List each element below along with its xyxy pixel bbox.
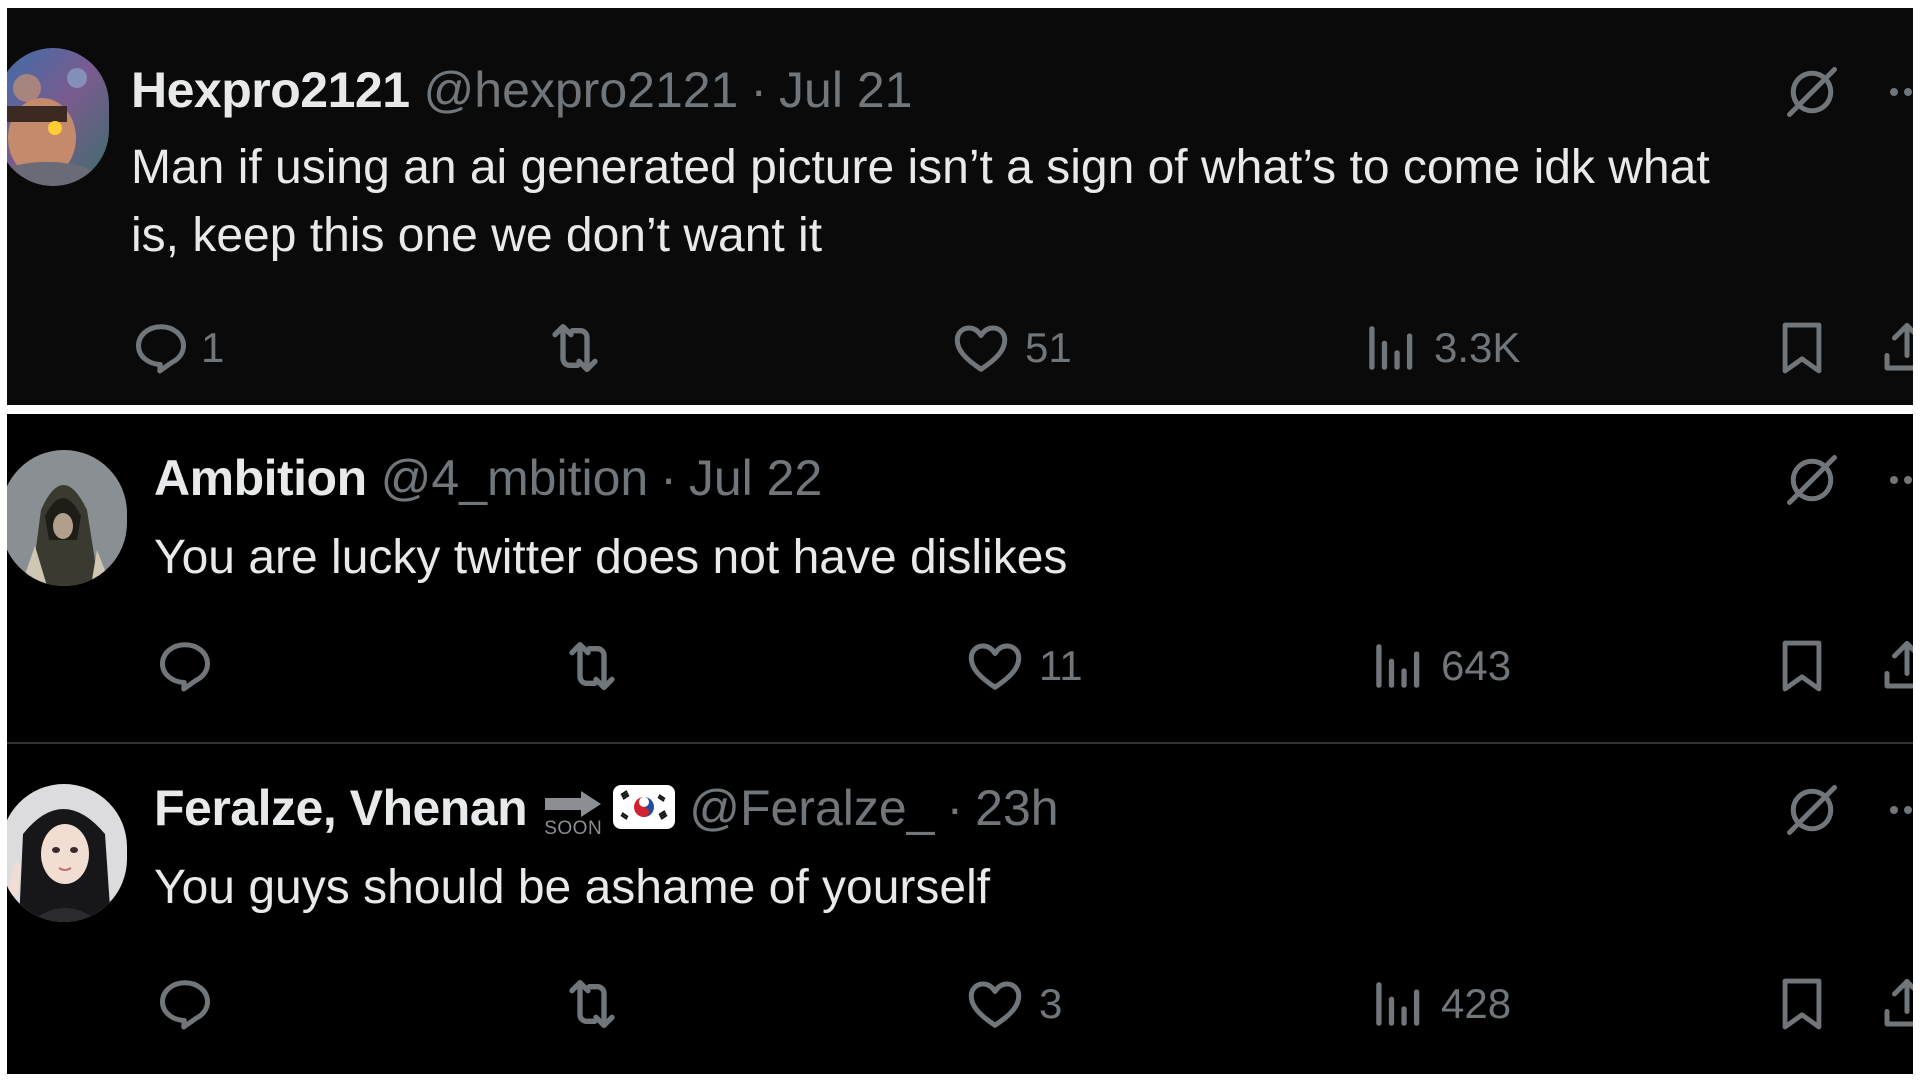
bookmark-icon bbox=[1773, 317, 1831, 379]
tweet-text: Man if using an ai generated picture isn… bbox=[131, 141, 1710, 262]
bookmark-icon bbox=[1773, 635, 1831, 697]
south-korea-flag-icon bbox=[613, 782, 676, 842]
avatar[interactable] bbox=[7, 48, 109, 186]
tweet-text: You are lucky twitter does not have disl… bbox=[154, 531, 1068, 584]
retweet-button[interactable] bbox=[560, 631, 624, 701]
handle[interactable]: @Feralze_ bbox=[689, 778, 934, 838]
separator-dot: · bbox=[750, 62, 768, 118]
share-button[interactable] bbox=[1877, 969, 1913, 1039]
share-button[interactable] bbox=[1877, 631, 1913, 701]
reply-button[interactable] bbox=[155, 969, 215, 1039]
like-button[interactable]: 3 bbox=[965, 969, 1062, 1039]
handle[interactable]: @hexpro2121 bbox=[424, 60, 739, 120]
badge-text: SOON bbox=[544, 818, 603, 839]
display-name[interactable]: Feralze, Vhenan bbox=[154, 778, 528, 838]
tweet-top-actions bbox=[1782, 780, 1913, 840]
reply-thread: Ambition @4_mbition · Jul 22 You are luc… bbox=[7, 414, 1913, 1074]
like-button[interactable]: 51 bbox=[951, 313, 1072, 383]
bookmark-button[interactable] bbox=[1773, 313, 1831, 383]
tweet-card-feralze[interactable]: Feralze, Vhenan SOON @Feralze_ · 23h You… bbox=[7, 744, 1913, 1074]
tweet-header: Hexpro2121 @hexpro2121 · Jul 21 bbox=[131, 60, 912, 120]
retweet-button[interactable] bbox=[543, 313, 607, 383]
tweet-top-actions bbox=[1782, 450, 1913, 510]
tweet-header: Feralze, Vhenan SOON @Feralze_ · 23h bbox=[154, 778, 1059, 839]
action-bar: 11 643 bbox=[7, 631, 1913, 701]
avatar[interactable] bbox=[7, 450, 127, 586]
tweet-card-hexpro2121[interactable]: Hexpro2121 @hexpro2121 · Jul 21 Man if u… bbox=[7, 8, 1913, 405]
like-count: 11 bbox=[1039, 642, 1083, 689]
avatar[interactable] bbox=[7, 784, 127, 922]
views-button[interactable]: 643 bbox=[1369, 631, 1511, 701]
tweet-top-actions bbox=[1782, 62, 1913, 122]
reply-icon bbox=[131, 318, 191, 378]
like-button[interactable]: 11 bbox=[965, 631, 1083, 701]
share-icon bbox=[1877, 636, 1913, 696]
retweet-icon bbox=[560, 972, 624, 1036]
retweet-button[interactable] bbox=[560, 969, 624, 1039]
views-icon bbox=[1369, 975, 1427, 1033]
separator-dot: · bbox=[946, 780, 964, 836]
share-button[interactable] bbox=[1877, 313, 1913, 383]
tweet-header: Ambition @4_mbition · Jul 22 bbox=[154, 448, 822, 508]
timestamp[interactable]: Jul 21 bbox=[779, 60, 912, 120]
action-bar: 3 428 bbox=[7, 969, 1913, 1039]
retweet-icon bbox=[560, 634, 624, 698]
handle[interactable]: @4_mbition bbox=[381, 448, 649, 508]
reply-icon bbox=[155, 636, 215, 696]
share-icon bbox=[1877, 974, 1913, 1034]
reply-button[interactable]: 1 bbox=[131, 313, 224, 383]
timestamp[interactable]: Jul 22 bbox=[689, 448, 822, 508]
bookmark-button[interactable] bbox=[1773, 631, 1831, 701]
retweet-icon bbox=[543, 316, 607, 380]
tweet-text: You guys should be ashame of yourself bbox=[154, 861, 991, 914]
tweet-card-ambition[interactable]: Ambition @4_mbition · Jul 22 You are luc… bbox=[7, 414, 1913, 744]
separator-dot: · bbox=[660, 450, 677, 506]
timestamp[interactable]: 23h bbox=[975, 778, 1058, 838]
share-icon bbox=[1877, 318, 1913, 378]
like-count: 51 bbox=[1025, 324, 1072, 371]
more-icon[interactable] bbox=[1886, 472, 1913, 488]
grok-icon[interactable] bbox=[1782, 62, 1842, 122]
more-icon[interactable] bbox=[1886, 84, 1913, 100]
reply-icon bbox=[155, 974, 215, 1034]
arrow-right-icon bbox=[545, 791, 602, 817]
display-name[interactable]: Hexpro2121 bbox=[131, 60, 410, 120]
views-icon bbox=[1369, 637, 1427, 695]
more-icon[interactable] bbox=[1886, 802, 1913, 818]
views-count: 643 bbox=[1441, 642, 1512, 689]
heart-icon bbox=[951, 318, 1011, 378]
views-count: 3.3K bbox=[1434, 324, 1521, 371]
heart-icon bbox=[965, 636, 1025, 696]
grok-icon[interactable] bbox=[1782, 780, 1842, 840]
views-icon bbox=[1362, 319, 1420, 377]
action-bar: 1 51 3.3K bbox=[7, 313, 1913, 383]
soon-badge: SOON bbox=[541, 789, 605, 839]
display-name[interactable]: Ambition bbox=[154, 448, 367, 508]
views-count: 428 bbox=[1441, 980, 1512, 1027]
like-count: 3 bbox=[1039, 980, 1063, 1027]
grok-icon[interactable] bbox=[1782, 450, 1842, 510]
bookmark-button[interactable] bbox=[1773, 969, 1831, 1039]
reply-button[interactable] bbox=[155, 631, 215, 701]
heart-icon bbox=[965, 974, 1025, 1034]
reply-count: 1 bbox=[201, 324, 225, 371]
views-button[interactable]: 3.3K bbox=[1362, 313, 1520, 383]
bookmark-icon bbox=[1773, 973, 1831, 1035]
views-button[interactable]: 428 bbox=[1369, 969, 1511, 1039]
